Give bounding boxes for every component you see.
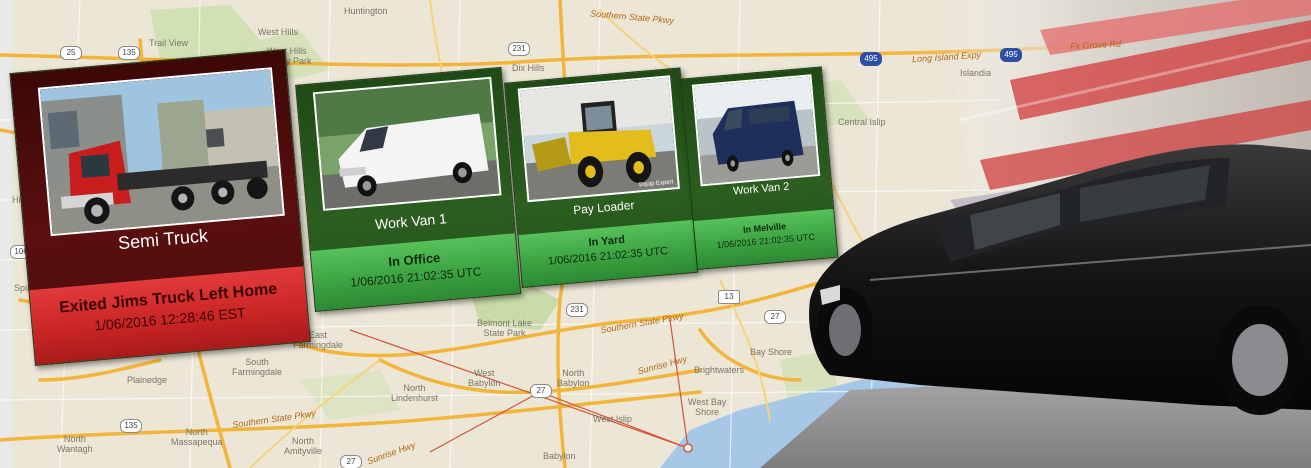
vehicle-photo: Equip Expert: [517, 75, 680, 203]
map-place-label: North Massapequa: [171, 427, 223, 447]
route-shield-icon: 231: [566, 303, 588, 317]
map-place-label: North Babylon: [557, 368, 590, 388]
route-shield-icon: 495: [1000, 48, 1022, 62]
route-shield-icon: 13: [718, 290, 740, 304]
route-shield-icon: 25: [60, 46, 82, 60]
map-place-label: West Islip: [593, 414, 632, 424]
map-place-label: Bay Shore: [750, 347, 793, 357]
route-shield-icon: 135: [120, 419, 142, 433]
map-place-label: West Hills: [258, 27, 298, 37]
vehicle-photo: [691, 74, 821, 187]
map-place-label: North Lindenhurst: [391, 383, 439, 403]
map-place-label: Islandia: [960, 68, 992, 78]
map-place-label: Trail View: [149, 38, 189, 48]
vehicle-card[interactable]: Work Van 1 In Office 1/06/2016 21:02:35 UT…: [295, 66, 522, 312]
vehicle-card[interactable]: Work Van 2 In Melville 1/06/2016 21:02:35 …: [680, 66, 839, 271]
promo-banner: HuntingtonTrail ViewWest HillsWest Hills…: [0, 0, 1311, 468]
map-place-label: North Amityville: [284, 436, 323, 456]
vehicle-photo: [37, 67, 285, 237]
route-shield-icon: 27: [764, 310, 786, 324]
route-shield-icon: 27: [340, 455, 362, 468]
route-shield-icon: 231: [508, 42, 530, 56]
map-place-label: North Wantagh: [57, 434, 93, 454]
route-shield-icon: 495: [860, 52, 882, 66]
route-shield-icon: 135: [118, 46, 140, 60]
vehicle-card[interactable]: Semi Truck Exited Jims Truck Left Home 1/0…: [9, 48, 311, 366]
map-place-label: Belmont Lake State Park: [477, 318, 533, 338]
map-place-label: Brightwaters: [694, 365, 745, 375]
map-place-label: South Farmingdale: [232, 357, 283, 377]
map-place-label: Dix Hills: [512, 63, 545, 73]
vehicle-photo: [312, 76, 502, 211]
route-shield-icon: 27: [530, 384, 552, 398]
map-place-label: Central Islip: [838, 117, 886, 127]
map-place-label: Babylon: [543, 451, 576, 461]
map-place-label: West Bay Shore: [688, 397, 727, 417]
map-place-label: Plainedge: [127, 375, 168, 385]
map-place-label: West Babylon: [468, 368, 501, 388]
vehicle-card[interactable]: Equip Expert Pay Loader In Yard 1/06/2016 2…: [504, 67, 699, 288]
map-place-label: Huntington: [344, 6, 388, 16]
